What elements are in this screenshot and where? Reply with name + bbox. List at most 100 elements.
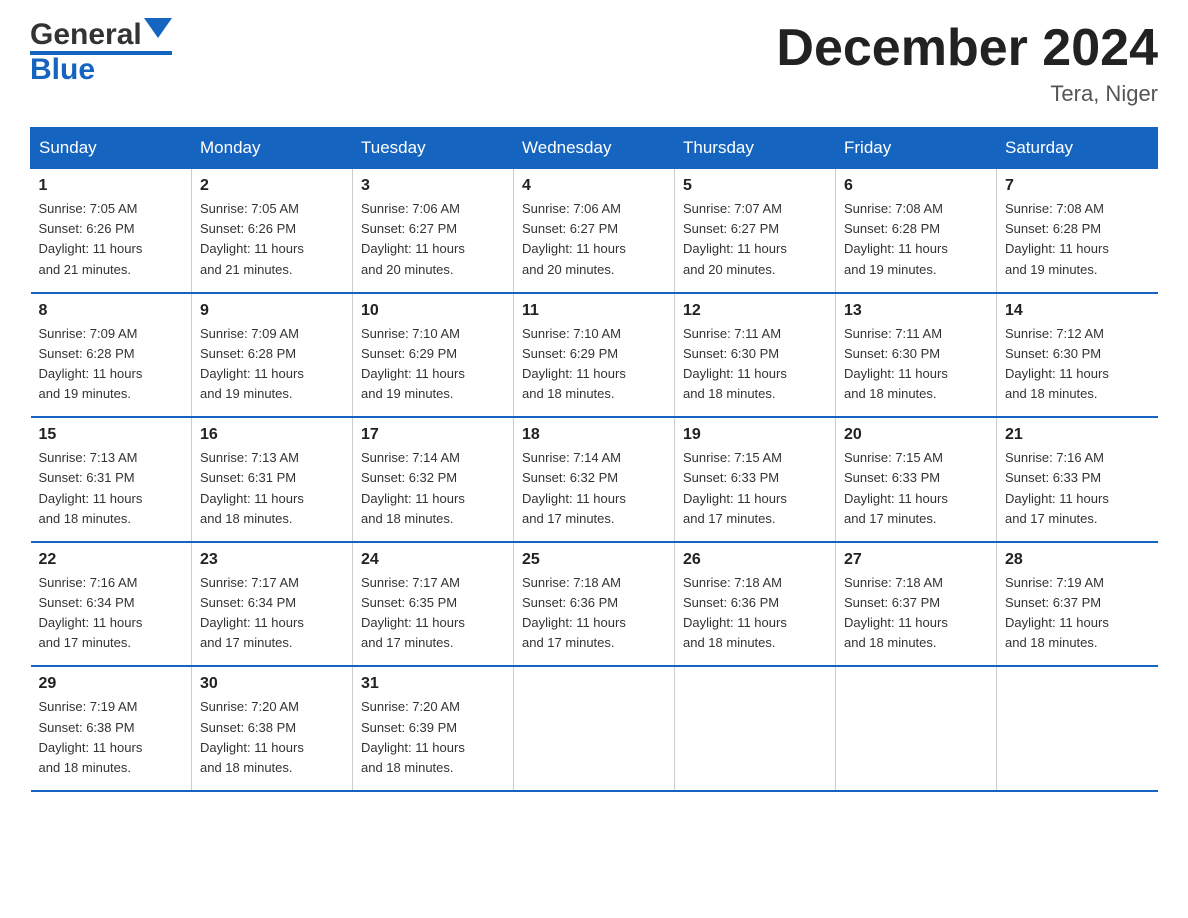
table-row: 8Sunrise: 7:09 AMSunset: 6:28 PMDaylight… bbox=[31, 293, 192, 418]
day-number: 6 bbox=[844, 177, 988, 195]
day-info: Sunrise: 7:17 AMSunset: 6:35 PMDaylight:… bbox=[361, 573, 505, 654]
day-info: Sunrise: 7:15 AMSunset: 6:33 PMDaylight:… bbox=[683, 448, 827, 529]
day-info: Sunrise: 7:07 AMSunset: 6:27 PMDaylight:… bbox=[683, 199, 827, 280]
table-row: 25 Sunrise: 7:18 AMSunset: 6:36 PMDayligh… bbox=[514, 542, 675, 667]
day-info: Sunrise: 7:11 AMSunset: 6:30 PMDaylight:… bbox=[683, 324, 827, 405]
day-number: 29 bbox=[39, 675, 184, 693]
day-info: Sunrise: 7:19 AMSunset: 6:37 PMDaylight:… bbox=[1005, 573, 1150, 654]
table-row bbox=[514, 666, 675, 791]
day-info: Sunrise: 7:14 AMSunset: 6:32 PMDaylight:… bbox=[361, 448, 505, 529]
col-sunday: Sunday bbox=[31, 128, 192, 169]
table-row: 7 Sunrise: 7:08 AMSunset: 6:28 PMDaylight… bbox=[997, 169, 1158, 293]
day-info: Sunrise: 7:16 AMSunset: 6:33 PMDaylight:… bbox=[1005, 448, 1150, 529]
day-info: Sunrise: 7:11 AMSunset: 6:30 PMDaylight:… bbox=[844, 324, 988, 405]
day-number: 26 bbox=[683, 551, 827, 569]
table-row bbox=[836, 666, 997, 791]
day-number: 1 bbox=[39, 177, 184, 195]
day-number: 14 bbox=[1005, 302, 1150, 320]
table-row: 5 Sunrise: 7:07 AMSunset: 6:27 PMDaylight… bbox=[675, 169, 836, 293]
table-row: 17 Sunrise: 7:14 AMSunset: 6:32 PMDayligh… bbox=[353, 417, 514, 542]
table-row: 31 Sunrise: 7:20 AMSunset: 6:39 PMDayligh… bbox=[353, 666, 514, 791]
day-info: Sunrise: 7:14 AMSunset: 6:32 PMDaylight:… bbox=[522, 448, 666, 529]
day-number: 3 bbox=[361, 177, 505, 195]
table-row: 11 Sunrise: 7:10 AMSunset: 6:29 PMDayligh… bbox=[514, 293, 675, 418]
table-row: 16 Sunrise: 7:13 AMSunset: 6:31 PMDayligh… bbox=[192, 417, 353, 542]
calendar-header-row: Sunday Monday Tuesday Wednesday Thursday… bbox=[31, 128, 1158, 169]
table-row: 18 Sunrise: 7:14 AMSunset: 6:32 PMDayligh… bbox=[514, 417, 675, 542]
month-title: December 2024 bbox=[776, 20, 1158, 77]
day-number: 7 bbox=[1005, 177, 1150, 195]
table-row: 21 Sunrise: 7:16 AMSunset: 6:33 PMDayligh… bbox=[997, 417, 1158, 542]
day-number: 31 bbox=[361, 675, 505, 693]
day-info: Sunrise: 7:10 AMSunset: 6:29 PMDaylight:… bbox=[522, 324, 666, 405]
day-number: 19 bbox=[683, 426, 827, 444]
table-row: 6 Sunrise: 7:08 AMSunset: 6:28 PMDaylight… bbox=[836, 169, 997, 293]
day-info: Sunrise: 7:17 AMSunset: 6:34 PMDaylight:… bbox=[200, 573, 344, 654]
table-row: 22Sunrise: 7:16 AMSunset: 6:34 PMDayligh… bbox=[31, 542, 192, 667]
table-row: 26 Sunrise: 7:18 AMSunset: 6:36 PMDayligh… bbox=[675, 542, 836, 667]
table-row: 14 Sunrise: 7:12 AMSunset: 6:30 PMDayligh… bbox=[997, 293, 1158, 418]
day-info: Sunrise: 7:10 AMSunset: 6:29 PMDaylight:… bbox=[361, 324, 505, 405]
table-row: 12 Sunrise: 7:11 AMSunset: 6:30 PMDayligh… bbox=[675, 293, 836, 418]
table-row: 3 Sunrise: 7:06 AMSunset: 6:27 PMDaylight… bbox=[353, 169, 514, 293]
logo-arrow-icon bbox=[144, 18, 172, 44]
calendar-week-row: 1 Sunrise: 7:05 AMSunset: 6:26 PMDaylight… bbox=[31, 169, 1158, 293]
day-number: 23 bbox=[200, 551, 344, 569]
day-info: Sunrise: 7:16 AMSunset: 6:34 PMDaylight:… bbox=[39, 573, 184, 654]
logo-blue: Blue bbox=[30, 53, 95, 86]
logo-general: General bbox=[30, 20, 142, 50]
table-row bbox=[675, 666, 836, 791]
day-info: Sunrise: 7:09 AMSunset: 6:28 PMDaylight:… bbox=[200, 324, 344, 405]
day-number: 12 bbox=[683, 302, 827, 320]
day-number: 25 bbox=[522, 551, 666, 569]
col-thursday: Thursday bbox=[675, 128, 836, 169]
col-tuesday: Tuesday bbox=[353, 128, 514, 169]
day-number: 20 bbox=[844, 426, 988, 444]
table-row: 29 Sunrise: 7:19 AMSunset: 6:38 PMDayligh… bbox=[31, 666, 192, 791]
calendar-week-row: 15 Sunrise: 7:13 AMSunset: 6:31 PMDayligh… bbox=[31, 417, 1158, 542]
day-info: Sunrise: 7:18 AMSunset: 6:36 PMDaylight:… bbox=[522, 573, 666, 654]
day-info: Sunrise: 7:13 AMSunset: 6:31 PMDaylight:… bbox=[200, 448, 344, 529]
day-number: 28 bbox=[1005, 551, 1150, 569]
calendar-week-row: 22Sunrise: 7:16 AMSunset: 6:34 PMDayligh… bbox=[31, 542, 1158, 667]
page-header: General Blue December 2024 Tera, Niger bbox=[30, 20, 1158, 107]
day-number: 5 bbox=[683, 177, 827, 195]
day-number: 21 bbox=[1005, 426, 1150, 444]
table-row: 10Sunrise: 7:10 AMSunset: 6:29 PMDayligh… bbox=[353, 293, 514, 418]
day-number: 24 bbox=[361, 551, 505, 569]
day-number: 15 bbox=[39, 426, 184, 444]
day-number: 16 bbox=[200, 426, 344, 444]
day-info: Sunrise: 7:18 AMSunset: 6:37 PMDaylight:… bbox=[844, 573, 988, 654]
table-row: 28 Sunrise: 7:19 AMSunset: 6:37 PMDayligh… bbox=[997, 542, 1158, 667]
calendar-week-row: 8Sunrise: 7:09 AMSunset: 6:28 PMDaylight… bbox=[31, 293, 1158, 418]
day-info: Sunrise: 7:19 AMSunset: 6:38 PMDaylight:… bbox=[39, 697, 184, 778]
table-row: 24 Sunrise: 7:17 AMSunset: 6:35 PMDayligh… bbox=[353, 542, 514, 667]
day-info: Sunrise: 7:15 AMSunset: 6:33 PMDaylight:… bbox=[844, 448, 988, 529]
day-info: Sunrise: 7:06 AMSunset: 6:27 PMDaylight:… bbox=[522, 199, 666, 280]
day-number: 18 bbox=[522, 426, 666, 444]
table-row: 9Sunrise: 7:09 AMSunset: 6:28 PMDaylight… bbox=[192, 293, 353, 418]
day-info: Sunrise: 7:12 AMSunset: 6:30 PMDaylight:… bbox=[1005, 324, 1150, 405]
day-info: Sunrise: 7:18 AMSunset: 6:36 PMDaylight:… bbox=[683, 573, 827, 654]
day-info: Sunrise: 7:20 AMSunset: 6:39 PMDaylight:… bbox=[361, 697, 505, 778]
day-number: 27 bbox=[844, 551, 988, 569]
col-friday: Friday bbox=[836, 128, 997, 169]
col-wednesday: Wednesday bbox=[514, 128, 675, 169]
location: Tera, Niger bbox=[776, 81, 1158, 107]
day-info: Sunrise: 7:09 AMSunset: 6:28 PMDaylight:… bbox=[39, 324, 184, 405]
day-info: Sunrise: 7:08 AMSunset: 6:28 PMDaylight:… bbox=[1005, 199, 1150, 280]
day-info: Sunrise: 7:05 AMSunset: 6:26 PMDaylight:… bbox=[200, 199, 344, 280]
day-info: Sunrise: 7:08 AMSunset: 6:28 PMDaylight:… bbox=[844, 199, 988, 280]
col-saturday: Saturday bbox=[997, 128, 1158, 169]
day-number: 30 bbox=[200, 675, 344, 693]
table-row: 30Sunrise: 7:20 AMSunset: 6:38 PMDayligh… bbox=[192, 666, 353, 791]
day-number: 2 bbox=[200, 177, 344, 195]
table-row: 23 Sunrise: 7:17 AMSunset: 6:34 PMDayligh… bbox=[192, 542, 353, 667]
day-number: 11 bbox=[522, 302, 666, 320]
day-number: 4 bbox=[522, 177, 666, 195]
day-info: Sunrise: 7:06 AMSunset: 6:27 PMDaylight:… bbox=[361, 199, 505, 280]
table-row: 13Sunrise: 7:11 AMSunset: 6:30 PMDayligh… bbox=[836, 293, 997, 418]
day-number: 17 bbox=[361, 426, 505, 444]
table-row: 19 Sunrise: 7:15 AMSunset: 6:33 PMDayligh… bbox=[675, 417, 836, 542]
table-row: 2 Sunrise: 7:05 AMSunset: 6:26 PMDaylight… bbox=[192, 169, 353, 293]
